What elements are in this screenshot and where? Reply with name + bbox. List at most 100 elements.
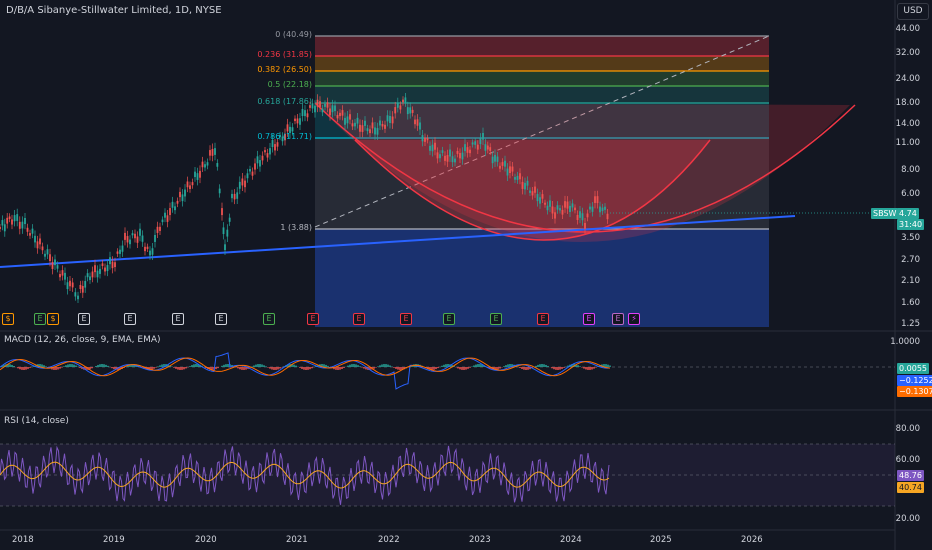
candle-body (521, 181, 524, 189)
candle-body (3, 224, 6, 232)
candle-body (11, 219, 13, 225)
candle-body (99, 268, 101, 274)
earnings-event-icon[interactable]: E (215, 313, 227, 325)
candle-body (504, 160, 506, 167)
candle-body (569, 205, 571, 212)
earnings-event-icon[interactable]: E (172, 313, 184, 325)
candle-body (501, 162, 504, 166)
candle-body (26, 227, 29, 232)
candle-body (174, 206, 176, 211)
earnings-event-icon[interactable]: $ (47, 313, 59, 325)
candle-body (464, 144, 466, 152)
earnings-event-icon[interactable]: E (537, 313, 549, 325)
candle-body (486, 145, 489, 150)
candle-body (461, 152, 464, 160)
earnings-event-icon[interactable]: E (400, 313, 412, 325)
candle-body (141, 235, 144, 242)
candle-body (184, 189, 186, 197)
currency-button[interactable]: USD (897, 3, 929, 20)
candle-body (291, 127, 294, 132)
candle-body (44, 253, 46, 257)
earnings-event-icon[interactable]: E (443, 313, 455, 325)
candle-body (0, 227, 1, 229)
candle-body (16, 214, 19, 221)
time-tick: 2019 (103, 535, 125, 545)
candle-body (334, 105, 336, 112)
candle-body (556, 205, 559, 210)
candle-body (444, 155, 446, 161)
candle-body (286, 124, 289, 132)
candle-body (349, 114, 351, 120)
candle-body (494, 154, 496, 162)
candle-body (526, 180, 529, 186)
rsi-axis-20: 20.00 (895, 514, 920, 524)
candle-body (211, 148, 214, 156)
candle-body (236, 192, 239, 199)
candle-body (361, 125, 364, 132)
price-tick: 1.60 (901, 298, 920, 308)
candle-body (149, 250, 151, 256)
candle-body (416, 119, 419, 126)
candle-body (306, 113, 309, 118)
earnings-event-icon[interactable]: ⚡ (628, 313, 640, 325)
earnings-event-icon[interactable]: $ (2, 313, 14, 325)
candle-body (1, 220, 4, 226)
candle-body (151, 248, 154, 255)
candle-body (331, 105, 334, 113)
candle-body (111, 261, 114, 269)
candle-body (209, 150, 211, 156)
candle-body (604, 206, 606, 210)
candle-body (304, 110, 306, 117)
candle-body (191, 182, 194, 186)
candle-body (136, 236, 139, 243)
earnings-event-icon[interactable]: E (124, 313, 136, 325)
earnings-event-icon[interactable]: E (490, 313, 502, 325)
fib-level-label: 0 (40.49) (275, 30, 312, 39)
candle-body (249, 169, 251, 172)
earnings-event-icon[interactable]: E (78, 313, 90, 325)
candle-body (314, 105, 316, 113)
candle-body (369, 129, 371, 134)
candle-body (164, 212, 166, 218)
candle-body (251, 171, 254, 176)
candle-body (384, 124, 386, 129)
candle-body (326, 102, 329, 108)
earnings-event-icon[interactable]: E (612, 313, 624, 325)
candle-body (496, 156, 499, 162)
candle-body (441, 150, 444, 153)
time-tick: 2018 (12, 535, 34, 545)
candle-body (539, 197, 541, 204)
fib-zone (315, 71, 769, 86)
earnings-event-icon[interactable]: E (353, 313, 365, 325)
candle-body (584, 222, 586, 229)
candle-body (241, 178, 244, 186)
earnings-event-icon[interactable]: E (34, 313, 46, 325)
candle-body (439, 154, 441, 159)
candle-body (599, 206, 601, 213)
candle-body (429, 145, 431, 151)
candle-body (41, 246, 44, 251)
fib-level-label: 1 (3.88) (280, 223, 312, 232)
candle-body (482, 133, 484, 140)
candle-body (274, 144, 276, 151)
candle-body (301, 109, 304, 117)
candle-body (386, 115, 389, 122)
candle-body (424, 137, 426, 142)
candle-body (561, 209, 564, 215)
earnings-event-icon[interactable]: E (583, 313, 595, 325)
candle-body (402, 99, 404, 103)
candle-body (466, 147, 469, 153)
candle-body (146, 246, 149, 249)
fib-level-label: 0.236 (31.85) (257, 50, 312, 59)
candle-body (206, 162, 209, 166)
candle-body (544, 202, 546, 205)
earnings-event-icon[interactable]: E (263, 313, 275, 325)
earnings-event-icon[interactable]: E (307, 313, 319, 325)
chart-canvas[interactable] (0, 0, 932, 550)
candle-body (576, 214, 579, 221)
candle-body (221, 208, 223, 216)
candle-body (238, 181, 241, 189)
candle-body (531, 191, 534, 196)
time-tick: 2023 (469, 535, 491, 545)
fib-zone (315, 86, 769, 103)
